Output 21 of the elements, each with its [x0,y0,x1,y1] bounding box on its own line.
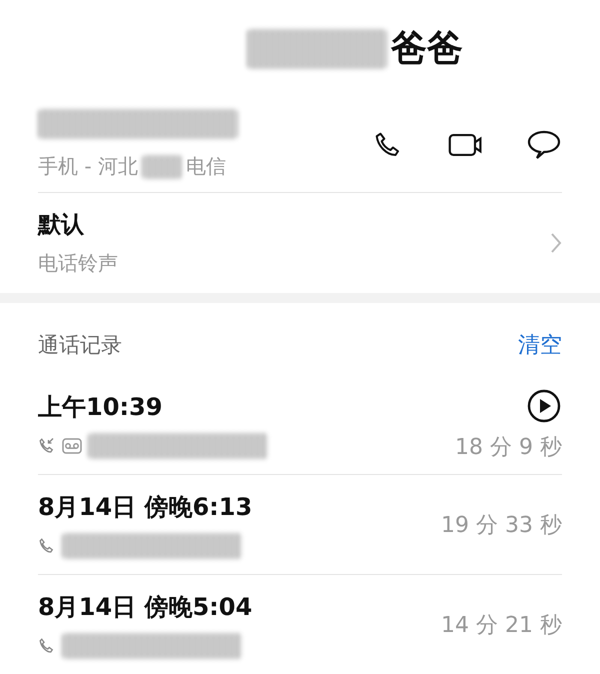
blurred-text [142,154,182,179]
ringtone-value: 默认 [38,211,85,240]
call-time: 上午10:39 [38,392,164,422]
ringtone-row[interactable]: 默认 电话铃声 [38,193,562,294]
call-duration: 14 分 21 秒 [441,612,562,640]
chevron-right-icon [550,232,562,254]
call-time: 8月14日 傍晚5:04 [38,592,254,622]
call-duration: 19 分 33 秒 [441,512,562,540]
call-duration: 18 分 9 秒 [455,434,562,462]
call-time: 8月14日 傍晚6:13 [38,492,254,522]
voicemail-icon [62,438,82,454]
call-log-title: 通话记录 [38,332,122,359]
ringtone-label: 电话铃声 [38,250,119,278]
contact-name: 爸爸 [391,27,463,72]
call-log-entry[interactable]: 上午10:39 18 分 9 秒 [38,375,562,475]
play-button[interactable] [526,388,562,424]
carrier: 电信 [186,153,226,180]
number-type: 手机 - 河北 [38,153,138,180]
call-log-entry[interactable]: 8月14日 傍晚6:13 19 分 33 秒 [38,475,562,575]
clear-button[interactable]: 清空 [518,330,562,360]
call-log-entry[interactable]: 8月14日 傍晚5:04 14 分 21 秒 [38,575,562,674]
